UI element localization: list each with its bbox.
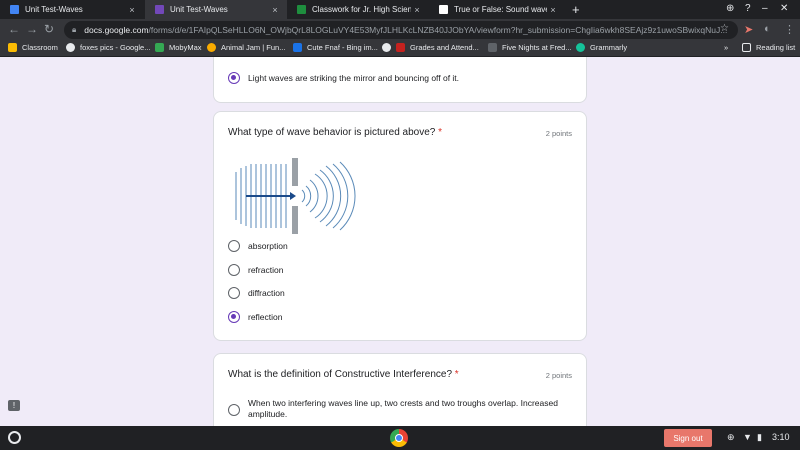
- clock[interactable]: 3:10: [772, 432, 790, 442]
- sign-out-button[interactable]: Sign out: [664, 429, 712, 447]
- points-label: 2 points: [545, 371, 572, 380]
- animal-jam-icon: [207, 43, 216, 52]
- tab-classwork[interactable]: Classwork for Jr. High Science 7 ×: [287, 0, 429, 19]
- minimize-icon[interactable]: –: [762, 3, 768, 14]
- launcher-icon[interactable]: [8, 431, 21, 444]
- diffraction-image: [235, 158, 356, 234]
- bookmark-classroom[interactable]: Classroom: [8, 43, 58, 52]
- answer-option[interactable]: Light waves are striking the mirror and …: [228, 72, 459, 84]
- required-marker: *: [438, 127, 443, 138]
- bookmark-five-nights[interactable]: Five Nights at Fred...: [488, 43, 572, 52]
- mobymax-icon: [155, 43, 164, 52]
- bookmark-animal-jam[interactable]: Animal Jam | Fun...: [207, 43, 285, 52]
- quizlet-favicon-icon: [439, 5, 448, 14]
- url-host: docs.google.com: [84, 25, 149, 35]
- points-label: 2 points: [545, 129, 572, 138]
- sis-icon: [396, 43, 405, 52]
- tab-title: True or False: Sound waves are t: [454, 5, 547, 14]
- question-title: What type of wave behavior is pictured a…: [228, 127, 443, 138]
- fnaf-icon: [488, 43, 497, 52]
- radio-icon[interactable]: [228, 264, 240, 276]
- avatar[interactable]: ◐: [764, 23, 771, 35]
- tab-close-icon[interactable]: ×: [411, 5, 423, 15]
- forms-favicon-icon: [155, 5, 164, 14]
- menu-icon[interactable]: ⋮: [784, 23, 795, 36]
- bookmark-foxes[interactable]: foxes pics - Google...: [66, 43, 150, 52]
- reload-icon[interactable]: ↻: [44, 22, 54, 36]
- tab-close-icon[interactable]: ×: [547, 5, 559, 15]
- forward-arrow-icon[interactable]: →: [26, 22, 38, 36]
- option-diffraction[interactable]: diffraction: [228, 287, 285, 299]
- bing-icon: [293, 43, 302, 52]
- tab-close-icon[interactable]: ×: [126, 5, 138, 15]
- wifi-icon[interactable]: ▼: [743, 432, 752, 442]
- globe-icon: [382, 43, 391, 52]
- chrome-icon[interactable]: [390, 429, 408, 447]
- new-tab-button[interactable]: +: [572, 2, 580, 17]
- previous-question-card: Light waves are striking the mirror and …: [213, 57, 587, 103]
- form-content: Light waves are striking the mirror and …: [0, 57, 800, 426]
- back-arrow-icon[interactable]: ←: [8, 22, 20, 36]
- battery-icon[interactable]: ▮: [757, 432, 762, 443]
- bookmark-star-icon[interactable]: ☆: [720, 23, 729, 34]
- more-bookmarks-icon[interactable]: »: [724, 43, 728, 52]
- option-refraction[interactable]: refraction: [228, 264, 283, 276]
- question-title: What is the definition of Constructive I…: [228, 369, 459, 380]
- option-absorption[interactable]: absorption: [228, 240, 288, 252]
- close-window-icon[interactable]: ✕: [780, 3, 788, 14]
- radio-icon[interactable]: [228, 404, 240, 416]
- radio-icon[interactable]: [228, 240, 240, 252]
- radio-checked-icon[interactable]: [228, 72, 240, 84]
- add-circle-icon[interactable]: ⊕: [727, 432, 735, 443]
- classroom-icon: [8, 43, 17, 52]
- classroom-favicon-icon: [10, 5, 19, 14]
- tab-strip: Unit Test-Waves × Unit Test-Waves × Clas…: [0, 0, 800, 19]
- notification-icon[interactable]: !: [8, 400, 20, 411]
- tab-title: Unit Test-Waves: [170, 5, 228, 14]
- tab-title: Classwork for Jr. High Science 7: [312, 5, 411, 14]
- google-icon: [66, 43, 75, 52]
- option-reflection[interactable]: reflection: [228, 311, 283, 323]
- required-marker: *: [454, 369, 459, 380]
- address-bar[interactable]: 🔒︎ docs.google.com/forms/d/e/1FAIpQLSeHL…: [64, 21, 738, 39]
- radio-icon[interactable]: [228, 287, 240, 299]
- os-shelf: Sign out ⊕ ▼ ▮ 3:10: [0, 426, 800, 450]
- tab-unit-test-waves-2[interactable]: Unit Test-Waves ×: [145, 0, 287, 19]
- bookmark-mobymax[interactable]: MobyMax: [155, 43, 202, 52]
- tab-true-or-false[interactable]: True or False: Sound waves are t ×: [429, 0, 565, 19]
- extension-icon[interactable]: ➤: [744, 23, 753, 36]
- url-path: /forms/d/e/1FAIpQLSeHLLO6N_OWjbQrL8LOGLu…: [148, 25, 728, 35]
- bookmark-grades[interactable]: Grades and Attend...: [382, 43, 479, 52]
- radio-checked-icon[interactable]: [228, 311, 240, 323]
- tab-close-icon[interactable]: ×: [269, 5, 281, 15]
- profile-add-icon[interactable]: ⊕: [726, 3, 734, 14]
- question-card: What is the definition of Constructive I…: [213, 353, 587, 426]
- classroom-favicon-icon: [297, 5, 306, 14]
- reading-list-icon: [742, 43, 751, 52]
- help-icon[interactable]: ?: [745, 3, 751, 14]
- browser-toolbar: ← → ↻ 🔒︎ docs.google.com/forms/d/e/1FAIp…: [0, 19, 800, 41]
- grammarly-icon: [576, 43, 585, 52]
- question-card: What type of wave behavior is pictured a…: [213, 111, 587, 341]
- bookmarks-bar: Classroom foxes pics - Google... MobyMax…: [0, 41, 800, 57]
- reading-list-button[interactable]: Reading list: [742, 43, 795, 52]
- tab-unit-test-waves-1[interactable]: Unit Test-Waves ×: [0, 0, 144, 19]
- bookmark-grammarly[interactable]: Grammarly: [576, 43, 627, 52]
- bookmark-cute-fnaf[interactable]: Cute Fnaf - Bing im...: [293, 43, 378, 52]
- lock-icon: 🔒︎: [72, 25, 77, 34]
- tab-title: Unit Test-Waves: [25, 5, 83, 14]
- option-constructive[interactable]: When two interfering waves line up, two …: [228, 398, 558, 420]
